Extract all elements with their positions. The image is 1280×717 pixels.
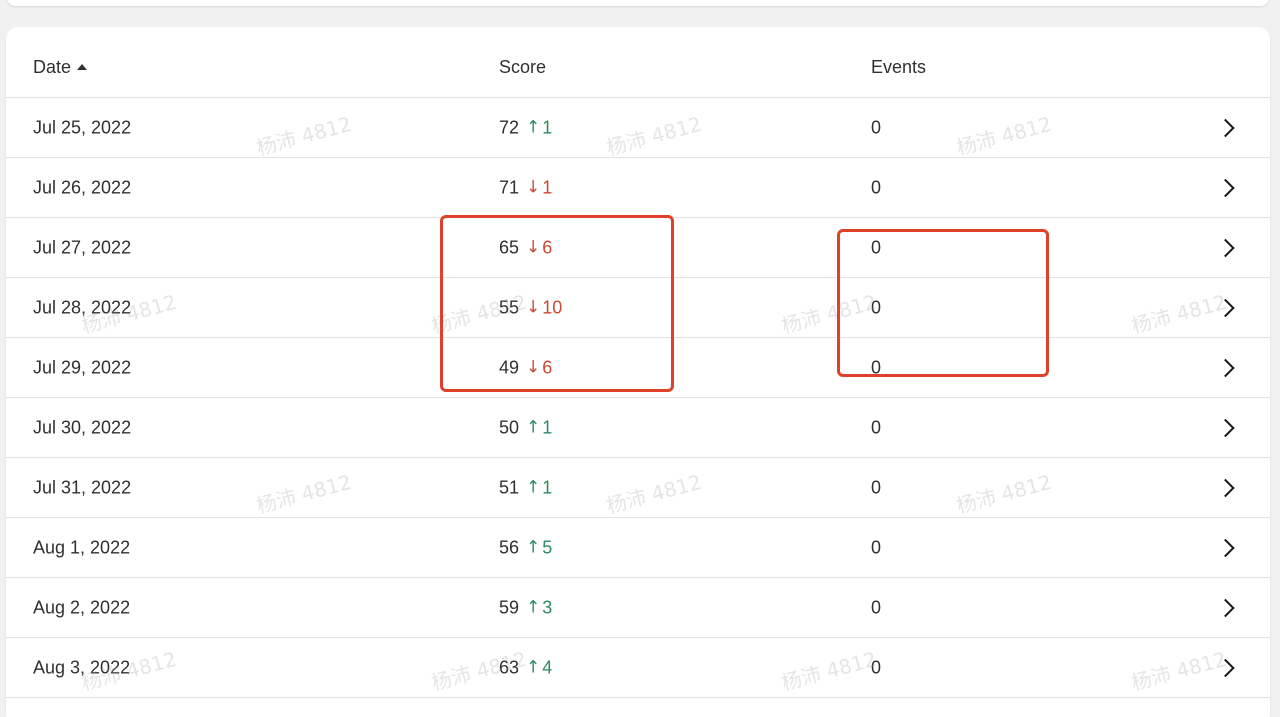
top-card — [6, 0, 1270, 6]
score-value: 71 — [499, 177, 520, 197]
delta-value: 5 — [542, 537, 553, 557]
date-cell: Jul 30, 2022 — [33, 417, 132, 437]
chevron-right-icon[interactable] — [1216, 418, 1235, 437]
chevron-right-icon[interactable] — [1216, 358, 1235, 377]
table-row[interactable]: Jul 30, 2022 50 ↑ 1 0 — [6, 398, 1270, 458]
score-value: 55 — [499, 297, 520, 317]
score-value: 59 — [499, 597, 520, 617]
table-header: Date Score Events — [6, 27, 1270, 98]
date-cell: Aug 1, 2022 — [33, 537, 131, 557]
score-cell: 65 ↓ 6 — [499, 237, 552, 258]
table-row[interactable]: Jul 25, 2022 72 ↑ 1 0 — [6, 98, 1270, 158]
table-row[interactable]: Aug 3, 2022 63 ↑ 4 0 — [6, 638, 1270, 698]
table-row[interactable]: Jul 26, 2022 71 ↓ 1 0 — [6, 158, 1270, 218]
events-cell: 0 — [871, 117, 882, 137]
score-delta: ↓ 1 — [526, 177, 552, 198]
table-row[interactable]: Jul 28, 2022 55 ↓ 10 0 — [6, 278, 1270, 338]
events-cell: 0 — [871, 477, 882, 497]
score-value: 51 — [499, 477, 520, 497]
sort-ascending-icon — [77, 63, 88, 70]
chevron-right-icon[interactable] — [1216, 178, 1235, 197]
score-cell: 59 ↑ 3 — [499, 597, 552, 618]
table-row[interactable]: Jul 31, 2022 51 ↑ 1 0 — [6, 458, 1270, 518]
score-cell: 71 ↓ 1 — [499, 177, 552, 198]
score-cell: 63 ↑ 4 — [499, 657, 552, 678]
table-row[interactable]: Jul 29, 2022 49 ↓ 6 0 — [6, 338, 1270, 398]
events-cell: 0 — [871, 357, 882, 377]
arrow-up-icon: ↑ — [526, 597, 541, 617]
date-header-label: Date — [33, 57, 72, 77]
events-cell: 0 — [871, 537, 882, 557]
events-cell: 0 — [871, 597, 882, 617]
score-cell: 55 ↓ 10 — [499, 297, 562, 318]
score-cell: 51 ↑ 1 — [499, 477, 552, 498]
arrow-up-icon: ↑ — [526, 117, 541, 137]
date-cell: Jul 26, 2022 — [33, 177, 132, 197]
table-row[interactable]: Jul 27, 2022 65 ↓ 6 0 — [6, 218, 1270, 278]
delta-value: 4 — [542, 657, 553, 677]
score-cell: 72 ↑ 1 — [499, 117, 552, 138]
table-body: Jul 25, 2022 72 ↑ 1 0 Jul 26, 2022 71 ↓ 1 0 Jul 27… — [6, 98, 1270, 698]
arrow-up-icon: ↑ — [526, 657, 541, 677]
delta-value: 10 — [542, 297, 563, 317]
chevron-right-icon[interactable] — [1216, 658, 1235, 677]
arrow-up-icon: ↑ — [526, 477, 541, 497]
delta-value: 3 — [542, 597, 553, 617]
score-cell: 56 ↑ 5 — [499, 537, 552, 558]
events-cell: 0 — [871, 237, 882, 257]
date-cell: Jul 28, 2022 — [33, 297, 132, 317]
chevron-right-icon[interactable] — [1216, 538, 1235, 557]
events-column-header: Events — [871, 57, 927, 77]
date-cell: Jul 25, 2022 — [33, 117, 132, 137]
score-delta: ↑ 1 — [526, 477, 552, 498]
date-cell: Aug 2, 2022 — [33, 597, 131, 617]
date-column-header[interactable]: Date — [33, 57, 88, 78]
score-value: 49 — [499, 357, 520, 377]
chevron-right-icon[interactable] — [1216, 478, 1235, 497]
score-delta: ↓ 6 — [526, 357, 552, 378]
chevron-right-icon[interactable] — [1216, 298, 1235, 317]
score-cell: 49 ↓ 6 — [499, 357, 552, 378]
arrow-down-icon: ↓ — [526, 357, 541, 377]
events-cell: 0 — [871, 177, 882, 197]
score-value: 63 — [499, 657, 520, 677]
score-delta: ↑ 3 — [526, 597, 552, 618]
score-delta: ↓ 6 — [526, 237, 552, 258]
delta-value: 1 — [542, 477, 553, 497]
score-value: 50 — [499, 417, 520, 437]
delta-value: 1 — [542, 177, 553, 197]
table-row[interactable]: Aug 2, 2022 59 ↑ 3 0 — [6, 578, 1270, 638]
score-value: 65 — [499, 237, 520, 257]
events-cell: 0 — [871, 417, 882, 437]
chevron-right-icon[interactable] — [1216, 238, 1235, 257]
score-value: 56 — [499, 537, 520, 557]
arrow-up-icon: ↑ — [526, 537, 541, 557]
date-cell: Jul 27, 2022 — [33, 237, 132, 257]
arrow-down-icon: ↓ — [526, 177, 541, 197]
delta-value: 1 — [542, 117, 553, 137]
arrow-up-icon: ↑ — [526, 417, 541, 437]
score-delta: ↑ 1 — [526, 417, 552, 438]
chevron-right-icon[interactable] — [1216, 118, 1235, 137]
score-delta: ↑ 1 — [526, 117, 552, 138]
events-cell: 0 — [871, 297, 882, 317]
score-cell: 50 ↑ 1 — [499, 417, 552, 438]
date-cell: Jul 29, 2022 — [33, 357, 132, 377]
arrow-down-icon: ↓ — [526, 237, 541, 257]
score-delta: ↑ 5 — [526, 537, 552, 558]
arrow-down-icon: ↓ — [526, 297, 541, 317]
delta-value: 6 — [542, 237, 553, 257]
table-row[interactable]: Aug 1, 2022 56 ↑ 5 0 — [6, 518, 1270, 578]
chevron-right-icon[interactable] — [1216, 598, 1235, 617]
date-cell: Aug 3, 2022 — [33, 657, 131, 677]
score-delta: ↑ 4 — [526, 657, 552, 678]
score-column-header: Score — [499, 57, 547, 77]
score-delta: ↓ 10 — [526, 297, 562, 318]
delta-value: 6 — [542, 357, 553, 377]
delta-value: 1 — [542, 417, 553, 437]
events-cell: 0 — [871, 657, 882, 677]
score-value: 72 — [499, 117, 520, 137]
score-table: Date Score Events Jul 25, 2022 72 ↑ 1 0 Jul 2… — [6, 27, 1270, 717]
date-cell: Jul 31, 2022 — [33, 477, 132, 497]
